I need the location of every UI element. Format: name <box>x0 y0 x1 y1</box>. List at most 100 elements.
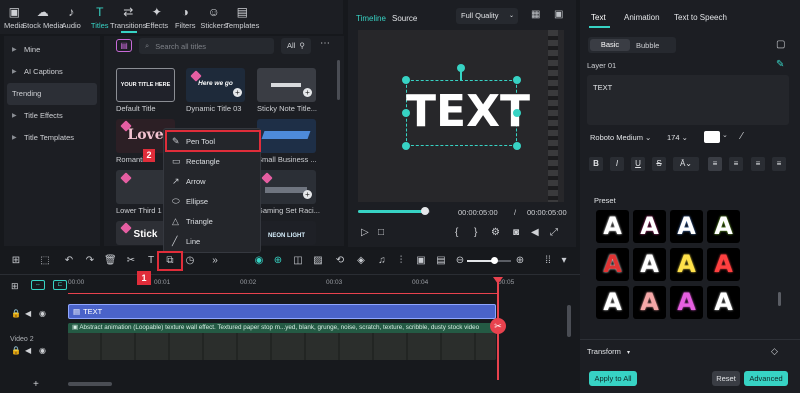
undo-icon[interactable]: ↶ <box>63 253 75 269</box>
sync-icon[interactable]: ⟲ <box>334 253 346 269</box>
link-icon[interactable]: ⇔ <box>31 280 45 290</box>
lock-icon[interactable]: 🔒 <box>11 346 21 355</box>
stop-icon[interactable]: □ <box>378 227 384 238</box>
title-thumb-small-business[interactable] <box>257 119 316 153</box>
chevron-down-icon[interactable]: ▾ <box>558 253 570 269</box>
mic-icon[interactable]: ♫ <box>376 253 388 269</box>
text-preset-tile[interactable]: A <box>596 286 629 319</box>
eyedropper-icon[interactable]: ⁄ <box>741 131 743 142</box>
toolbar-filters-button[interactable]: ◑ Filters <box>171 0 200 34</box>
grid-view-icon[interactable]: ⁞⁞ <box>542 253 554 269</box>
menu-item-triangle[interactable]: △ Triangle <box>164 211 260 231</box>
align-right-icon[interactable]: ≡ <box>751 157 765 171</box>
bold-button[interactable]: B <box>589 157 603 171</box>
snap-icon[interactable]: ⊏ <box>53 280 67 290</box>
magnet-icon[interactable]: ⊕ <box>272 253 284 269</box>
text-tool-icon[interactable]: T <box>145 253 157 269</box>
toolbar-effects-button[interactable]: ✦ Effects <box>143 0 172 34</box>
text-preset-tile[interactable]: A <box>633 248 666 281</box>
pip-icon[interactable]: ▣ <box>415 253 427 269</box>
expand-icon[interactable]: » <box>209 253 221 269</box>
align-center-icon[interactable]: ≡ <box>729 157 743 171</box>
mask-icon[interactable]: ◫ <box>292 253 304 269</box>
color-swatch[interactable] <box>704 131 720 143</box>
resize-handle[interactable] <box>513 76 521 84</box>
track-manager-icon[interactable]: ⊞ <box>11 281 19 292</box>
delete-icon[interactable]: 🗑 <box>104 253 117 269</box>
toolbar-audio-button[interactable]: ♪ Audio <box>57 0 86 34</box>
case-dropdown[interactable]: Ā⌄ <box>673 157 699 171</box>
menu-item-arrow[interactable]: ↗ Arrow <box>164 171 260 191</box>
camera-icon[interactable]: ◙ <box>513 227 519 238</box>
nav-item-mine[interactable]: ▶ Mine <box>4 39 100 61</box>
keyframe-icon[interactable]: ◇ <box>771 346 778 357</box>
rotate-handle[interactable] <box>457 64 465 72</box>
more-icon[interactable]: ⋯ <box>320 38 330 49</box>
zoom-knob[interactable] <box>491 257 498 264</box>
canvas-text[interactable]: TEXT <box>406 86 530 137</box>
text-preset-tile[interactable]: A <box>670 210 703 243</box>
toolbar-templates-button[interactable]: ▤ Templates <box>225 0 259 34</box>
transform-section[interactable]: Transform ▾ <box>587 347 630 356</box>
grid-icon[interactable]: ▦ <box>531 9 540 20</box>
tab-timeline[interactable]: Timeline <box>356 14 386 23</box>
select-icon[interactable]: ⬚ <box>39 253 51 269</box>
tab-basic[interactable]: Basic <box>590 39 630 51</box>
fullscreen-icon[interactable]: ⤢ <box>550 227 558 238</box>
text-preset-tile[interactable]: A <box>670 248 703 281</box>
image-icon[interactable]: ▨ <box>312 253 324 269</box>
toolbar-stock-media-button[interactable]: ☁ Stock Media <box>22 0 63 34</box>
zoom-in-icon[interactable]: ⊕ <box>514 253 526 269</box>
tab-bubble[interactable]: Bubble <box>636 41 659 50</box>
auto-ripple-icon[interactable]: ◉ <box>253 253 265 269</box>
add-icon[interactable]: + <box>303 88 312 97</box>
text-content-field[interactable]: TEXT <box>587 75 789 125</box>
text-preset-tile[interactable]: A <box>670 286 703 319</box>
text-preset-tile[interactable]: A <box>707 210 740 243</box>
menu-item-rectangle[interactable]: ▭ Rectangle <box>164 151 260 171</box>
library-scrollbar[interactable] <box>337 60 340 100</box>
timeline-hscrollbar[interactable] <box>68 382 112 386</box>
filter-dropdown[interactable]: All ⚲ <box>281 38 311 54</box>
speed-icon[interactable]: ◷ <box>184 253 196 269</box>
menu-item-line[interactable]: ╱ Line <box>164 231 260 251</box>
mark-out-icon[interactable]: } <box>474 227 477 238</box>
menu-item-ellipse[interactable]: ⬭ Ellipse <box>164 191 260 211</box>
toolbar-stickers-button[interactable]: ☺ Stickers <box>200 0 229 34</box>
text-preset-tile[interactable]: A <box>707 286 740 319</box>
preset-scrollbar[interactable] <box>778 292 781 306</box>
tab-text[interactable]: Text <box>591 13 606 22</box>
font-dropdown[interactable]: Roboto Medium ⌄ <box>590 133 651 142</box>
align-left-icon[interactable]: ≡ <box>708 157 722 171</box>
resize-handle[interactable] <box>402 142 410 150</box>
preview-scrubber[interactable] <box>358 210 430 213</box>
lock-icon[interactable]: 🔒 <box>11 309 21 318</box>
snapshot-icon[interactable]: ▣ <box>554 9 563 20</box>
search-input[interactable]: ⌕ Search all titles <box>139 38 274 54</box>
mute-icon[interactable]: ◀ <box>25 346 31 355</box>
underline-button[interactable]: U <box>631 157 645 171</box>
video-clip[interactable]: ▣ Abstract animation (Loopable) texture … <box>68 323 496 360</box>
nav-item-title-effects[interactable]: ▶ Title Effects <box>4 105 100 127</box>
toolbar-transitions-button[interactable]: ⇄ Transitions <box>110 0 146 34</box>
eye-icon[interactable]: ◉ <box>39 346 46 355</box>
volume-icon[interactable]: ◀ <box>531 227 539 238</box>
text-preset-tile[interactable]: A <box>707 248 740 281</box>
tab-animation[interactable]: Animation <box>624 13 660 22</box>
text-preset-tile[interactable]: A <box>633 286 666 319</box>
resize-handle[interactable] <box>402 76 410 84</box>
play-icon[interactable]: ▷ <box>361 227 369 238</box>
nav-item-ai-captions[interactable]: ▶ AI Captions <box>4 61 100 83</box>
text-preset-tile[interactable]: A <box>596 210 629 243</box>
resize-handle[interactable] <box>513 109 521 117</box>
add-icon[interactable]: + <box>233 88 242 97</box>
tab-text-to-speech[interactable]: Text to Speech <box>674 13 727 22</box>
scrubber-knob[interactable] <box>421 207 429 215</box>
time-ruler[interactable]: 00:00 00:01 00:02 00:03 00:04 00:05 <box>68 277 514 291</box>
strikethrough-button[interactable]: S <box>652 157 666 171</box>
split-scissors-icon[interactable]: ✂ <box>490 318 506 334</box>
font-size-dropdown[interactable]: 174 ⌄ <box>667 133 688 142</box>
marker-icon[interactable]: ◈ <box>355 253 367 269</box>
title-thumb-default[interactable]: YOUR TITLE HERE <box>116 68 175 102</box>
nav-item-trending[interactable]: Trending <box>7 83 97 105</box>
